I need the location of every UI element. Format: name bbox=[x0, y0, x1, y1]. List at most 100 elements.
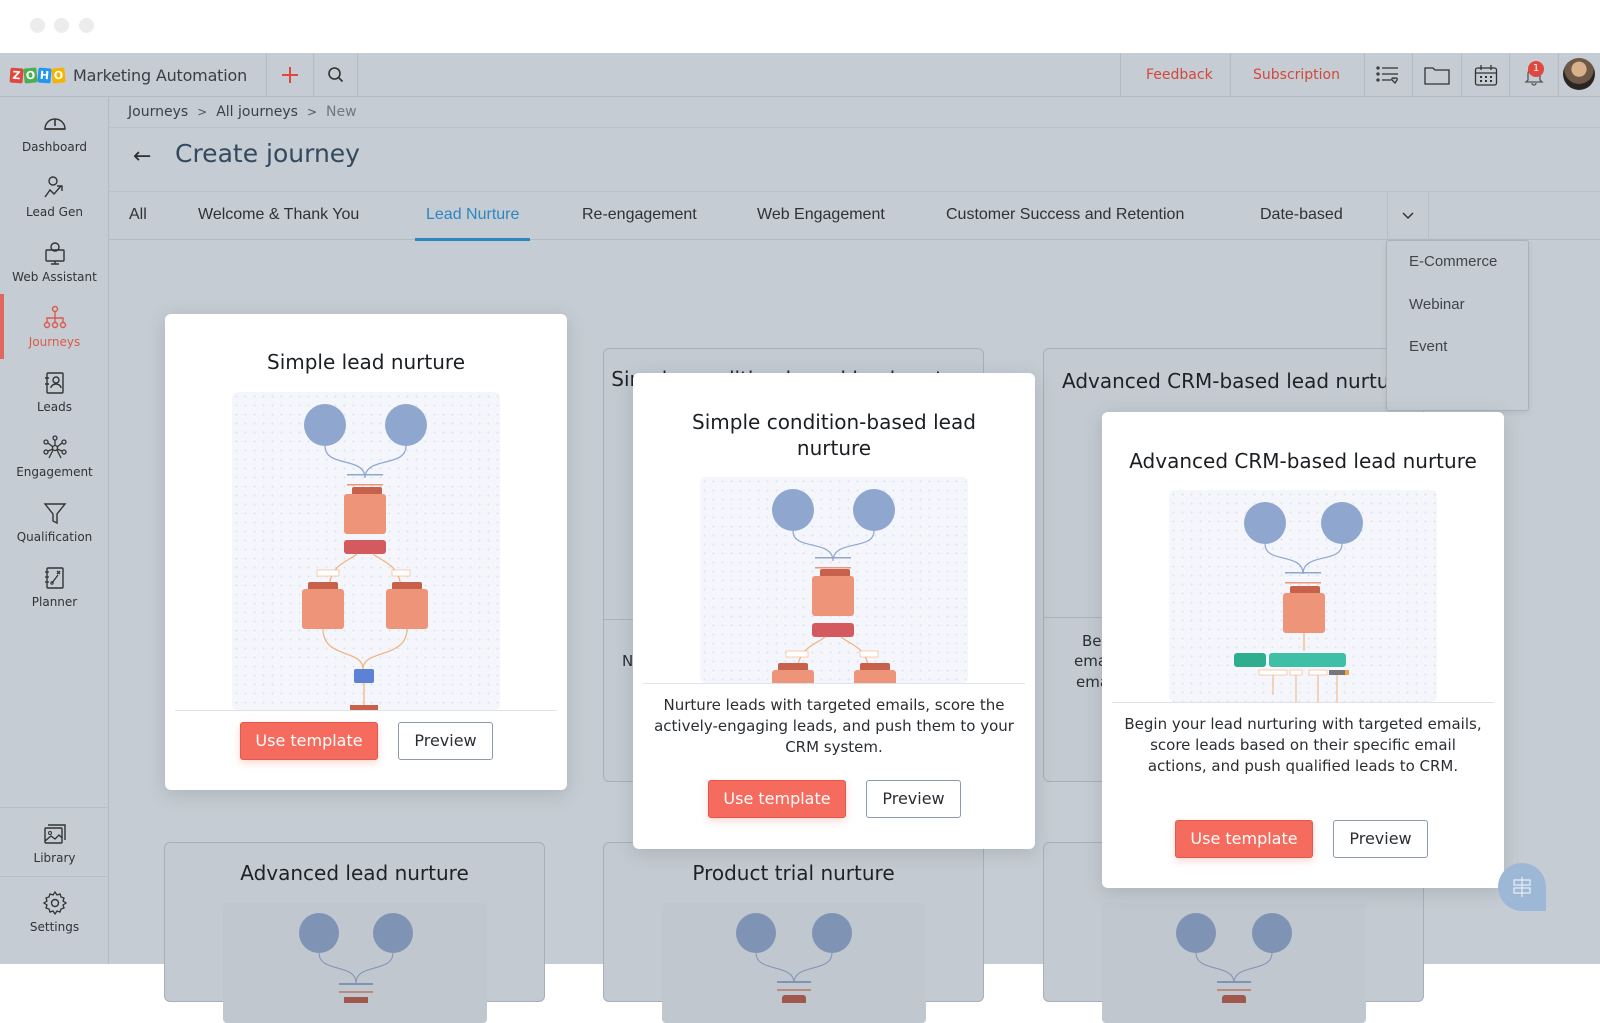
breadcrumb-journeys[interactable]: Journeys bbox=[128, 104, 188, 120]
sidebar-item-lead-gen[interactable]: Lead Gen bbox=[0, 164, 109, 229]
sidebar-item-settings[interactable]: Settings bbox=[0, 879, 109, 944]
sidebar-divider bbox=[0, 876, 109, 877]
chevron-right-icon: > bbox=[197, 105, 208, 119]
sidebar-label: Lead Gen bbox=[26, 204, 83, 219]
notifications-button[interactable]: 1 bbox=[1510, 53, 1558, 97]
sidebar-item-library[interactable]: Library bbox=[0, 810, 109, 875]
action-node bbox=[302, 589, 344, 629]
sidebar-label: Library bbox=[33, 850, 76, 865]
search-icon bbox=[327, 67, 343, 83]
tab-re-engagement[interactable]: Re-engagement bbox=[582, 192, 697, 240]
template-card-hover[interactable]: Simple lead nurture Use template Preview bbox=[165, 314, 567, 790]
sidebar-label: Web Assistant bbox=[12, 269, 97, 284]
list-heart-icon bbox=[1375, 66, 1398, 85]
sidebar-label: Qualification bbox=[16, 529, 93, 544]
message-node bbox=[812, 576, 854, 616]
more-tabs-dropdown: E-Commerce Webinar Event bbox=[1386, 240, 1529, 411]
template-card-description: Begin your lead nurturing with targeted … bbox=[1124, 715, 1482, 775]
search-button[interactable] bbox=[314, 53, 357, 97]
sidebar-label: Planner bbox=[31, 594, 78, 609]
top-bar: ZOHO Marketing Automation Feedback Subsc… bbox=[0, 53, 1600, 97]
flow-diagram bbox=[736, 913, 852, 1005]
tab-date-based[interactable]: Date-based bbox=[1260, 192, 1343, 240]
template-card[interactable]: Advanced lead nurture bbox=[164, 842, 545, 1023]
flow-diagram bbox=[1234, 502, 1363, 702]
template-card-desc: Be bbox=[1082, 632, 1102, 650]
plus-icon bbox=[282, 67, 298, 83]
sidebar-item-leads[interactable]: Leads bbox=[0, 359, 109, 424]
delay-header bbox=[352, 487, 382, 495]
library-icon bbox=[43, 823, 66, 844]
action-node bbox=[386, 589, 428, 629]
folder-button[interactable] bbox=[1413, 53, 1461, 97]
window-maximize-button[interactable] bbox=[79, 18, 94, 33]
sidebar-item-journeys[interactable]: Journeys bbox=[0, 294, 109, 359]
add-button[interactable] bbox=[267, 53, 313, 97]
template-card-title: Advanced lead nurture bbox=[240, 861, 469, 885]
flow-preview bbox=[700, 477, 968, 683]
journeys-icon bbox=[43, 305, 66, 328]
category-tabs: All Welcome & Thank You Lead Nurture Re-… bbox=[109, 191, 1600, 241]
logo-letter: H bbox=[37, 67, 52, 83]
sidebar-label: Leads bbox=[36, 399, 73, 414]
subscription-link[interactable]: Subscription bbox=[1253, 53, 1340, 97]
tab-customer-success[interactable]: Customer Success and Retention bbox=[946, 192, 1184, 240]
tab-lead-nurture[interactable]: Lead Nurture bbox=[414, 192, 531, 241]
back-arrow-icon[interactable]: ← bbox=[133, 144, 151, 169]
logo-letter: Z bbox=[9, 67, 24, 83]
sidebar: Dashboard Lead Gen Web Assistant Journey… bbox=[0, 97, 109, 964]
use-template-button[interactable]: Use template bbox=[240, 722, 378, 760]
preview-button[interactable]: Preview bbox=[398, 722, 493, 760]
preview-button[interactable]: Preview bbox=[1333, 820, 1428, 858]
app-root: ZOHO Marketing Automation Feedback Subsc… bbox=[0, 53, 1600, 1023]
template-card-desc: N bbox=[622, 652, 634, 670]
sidebar-item-web-assistant[interactable]: Web Assistant bbox=[0, 229, 109, 294]
sidebar-item-dashboard[interactable]: Dashboard bbox=[0, 99, 109, 164]
message-node bbox=[1283, 593, 1325, 633]
tab-welcome-thank-you[interactable]: Welcome & Thank You bbox=[198, 192, 359, 240]
window-minimize-button[interactable] bbox=[54, 18, 69, 33]
engagement-icon bbox=[42, 434, 67, 458]
trigger-node bbox=[1321, 502, 1363, 544]
sidebar-item-planner[interactable]: Planner bbox=[0, 554, 109, 619]
feedback-link[interactable]: Feedback bbox=[1146, 53, 1213, 97]
notification-count-badge: 1 bbox=[1528, 61, 1544, 77]
tab-web-engagement[interactable]: Web Engagement bbox=[757, 192, 885, 240]
template-card-hover[interactable]: Advanced CRM-based lead nurture Begin yo… bbox=[1102, 412, 1504, 888]
sidebar-item-qualification[interactable]: Qualification bbox=[0, 489, 109, 554]
funnel-icon bbox=[43, 502, 66, 524]
folder-icon bbox=[1424, 67, 1450, 85]
dropdown-item-event[interactable]: Event bbox=[1409, 338, 1447, 355]
calendar-icon bbox=[1474, 65, 1497, 86]
flow-preview bbox=[662, 903, 926, 1023]
template-card-description: Nurture leads with targeted emails, scor… bbox=[654, 696, 1014, 756]
flow-diagram bbox=[772, 489, 896, 683]
logo-letter: O bbox=[51, 66, 66, 84]
signpost-icon bbox=[1513, 877, 1531, 897]
brand[interactable]: ZOHO Marketing Automation bbox=[9, 53, 247, 97]
use-template-button[interactable]: Use template bbox=[1175, 820, 1313, 858]
breadcrumb-all-journeys[interactable]: All journeys bbox=[216, 104, 298, 120]
dropdown-item-ecommerce[interactable]: E-Commerce bbox=[1409, 253, 1497, 270]
window-close-button[interactable] bbox=[30, 18, 45, 33]
use-template-button[interactable]: Use template bbox=[708, 780, 846, 818]
message-node bbox=[344, 494, 386, 534]
reminder-node bbox=[1234, 653, 1266, 667]
preview-button[interactable]: Preview bbox=[866, 780, 961, 818]
tab-all[interactable]: All bbox=[129, 192, 147, 240]
flow-preview bbox=[232, 392, 500, 710]
more-tabs-button[interactable] bbox=[1387, 192, 1429, 240]
response-node bbox=[812, 623, 854, 637]
trigger-node bbox=[385, 404, 427, 446]
template-card-hover[interactable]: Simple condition-based lead nurture Nurt… bbox=[633, 373, 1035, 849]
page-title: Create journey bbox=[175, 139, 360, 168]
calendar-button[interactable] bbox=[1462, 53, 1509, 97]
lists-button[interactable] bbox=[1365, 53, 1412, 97]
user-avatar[interactable] bbox=[1563, 58, 1595, 90]
lead-gen-icon bbox=[43, 175, 63, 197]
response-node bbox=[1269, 653, 1346, 667]
sidebar-item-engagement[interactable]: Engagement bbox=[0, 424, 109, 489]
help-button[interactable] bbox=[1498, 863, 1546, 911]
template-card[interactable]: Product trial nurture bbox=[603, 842, 984, 1023]
dropdown-item-webinar[interactable]: Webinar bbox=[1409, 296, 1465, 313]
